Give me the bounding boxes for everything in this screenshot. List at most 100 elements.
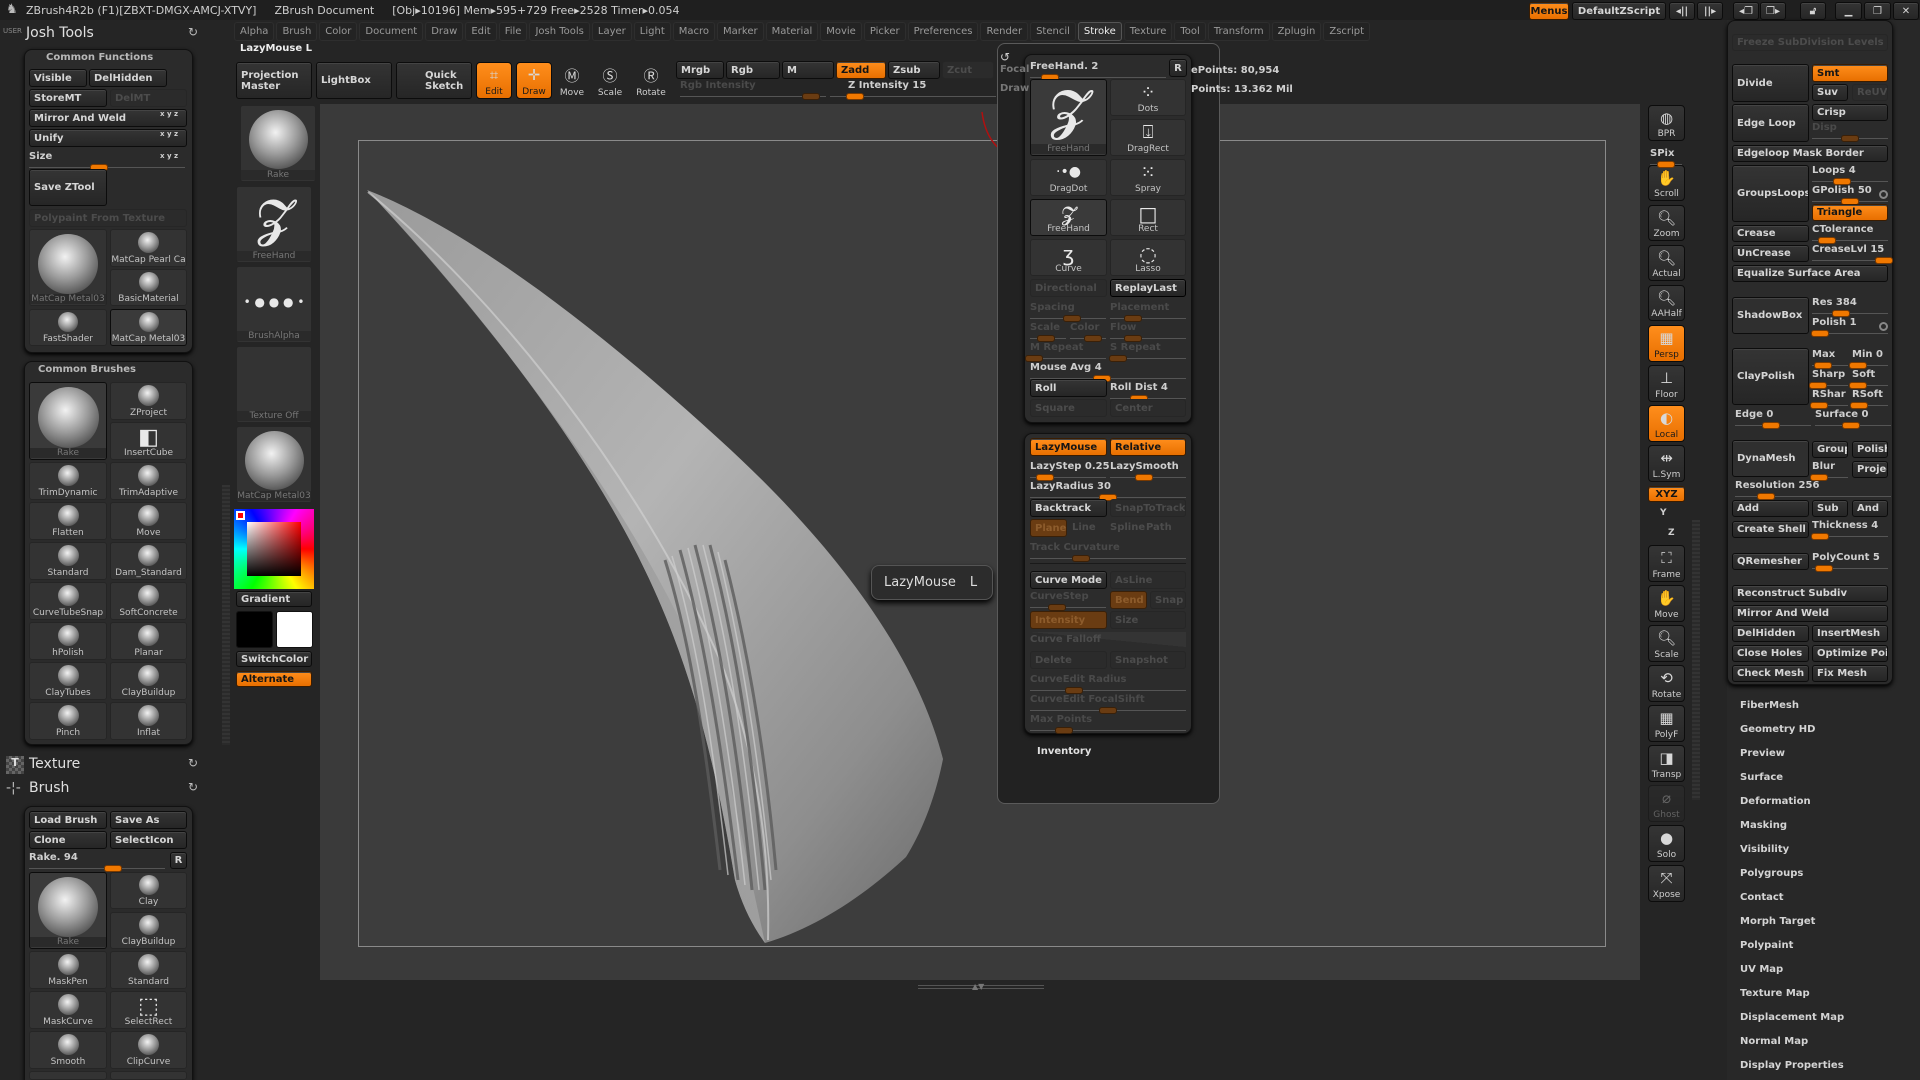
check-mesh-button[interactable]: Check Mesh xyxy=(1732,665,1809,682)
clipcurve-thumbnail[interactable]: ClipCurve xyxy=(110,1031,187,1069)
polish-toggle-icon[interactable] xyxy=(1879,322,1888,331)
softconcrete-thumbnail[interactable]: SoftConcrete xyxy=(110,582,187,620)
max-slider[interactable]: Max xyxy=(1812,349,1848,369)
subpalette-polygroups[interactable]: Polygroups xyxy=(1740,868,1803,879)
scale-slider[interactable]: Scale xyxy=(1030,322,1066,342)
and-button[interactable]: And xyxy=(1852,500,1888,517)
flatten-thumbnail[interactable]: Flatten xyxy=(29,502,107,540)
insertcube-thumbnail[interactable]: ◧ InsertCube xyxy=(110,422,187,460)
zproject-thumbnail[interactable]: ZProject xyxy=(110,382,187,420)
slider-thumb[interactable] xyxy=(1833,178,1852,185)
bend-button[interactable]: Bend xyxy=(1110,591,1147,609)
slider-thumb[interactable] xyxy=(1047,604,1066,611)
edit-button[interactable]: ⌗ Edit xyxy=(476,62,512,99)
smooth-thumbnail[interactable]: Smooth xyxy=(29,1031,107,1069)
selecticon-button[interactable]: SelectIcon xyxy=(110,831,187,849)
edgeloop-mask-border-button[interactable]: Edgeloop Mask Border xyxy=(1732,145,1888,162)
matcap-pearl-ca-thumbnail[interactable]: MatCap Pearl Ca xyxy=(110,229,187,267)
dynamesh-button[interactable]: DynaMesh xyxy=(1732,440,1809,477)
slider-thumb[interactable] xyxy=(1818,237,1837,244)
smt-button[interactable]: Smt xyxy=(1812,64,1888,82)
undo-history-icon[interactable]: ↺ xyxy=(1000,50,1010,64)
load-brush-button[interactable]: Load Brush xyxy=(29,811,107,829)
subpalette-display-properties[interactable]: Display Properties xyxy=(1740,1060,1844,1071)
subpalette-preview[interactable]: Preview xyxy=(1740,748,1785,759)
actual-button[interactable]: 🔍︎ Actual xyxy=(1648,245,1685,281)
freehand-2-slider[interactable]: FreeHand. 2 xyxy=(1030,61,1166,81)
polyf-button[interactable]: ▦ PolyF xyxy=(1648,705,1685,742)
slider-thumb[interactable] xyxy=(1831,310,1850,317)
spray-thumbnail[interactable]: ⁙ Spray xyxy=(1110,159,1186,196)
brushalpha-thumbnail[interactable]: • ● ● ● • BrushAlpha xyxy=(236,266,312,343)
m-button[interactable]: M xyxy=(782,61,834,79)
slider-thumb[interactable] xyxy=(1813,362,1832,369)
dragdot-thumbnail[interactable]: ·•● DragDot xyxy=(1030,159,1107,196)
rect-thumbnail[interactable]: □ Rect xyxy=(1110,199,1186,236)
fix-mesh-button[interactable]: Fix Mesh xyxy=(1812,665,1888,682)
projection-master-button[interactable]: Projection Master xyxy=(236,62,312,99)
selectrect-thumbnail[interactable]: ⬚ SelectRect xyxy=(110,991,187,1029)
floor-button[interactable]: ⊥ Floor xyxy=(1648,365,1685,402)
brush-thumbnail-partial[interactable] xyxy=(29,1071,107,1080)
slider-thumb[interactable] xyxy=(1849,382,1868,389)
freehand-thumbnail[interactable]: 𝓩 FreeHand xyxy=(236,186,312,263)
secondary-color-swatch[interactable] xyxy=(276,611,313,648)
freehand-thumbnail[interactable]: 𝓩 FreeHand xyxy=(1030,79,1107,156)
zadd-button[interactable]: Zadd xyxy=(836,61,886,79)
replaylast-button[interactable]: ReplayLast xyxy=(1110,279,1186,297)
slider-thumb[interactable] xyxy=(1064,687,1083,694)
shadowbox-button[interactable]: ShadowBox xyxy=(1732,297,1809,334)
subpalette-surface[interactable]: Surface xyxy=(1740,772,1783,783)
rshar-slider[interactable]: RShar xyxy=(1810,389,1848,409)
polycount-5-slider[interactable]: PolyCount 5 xyxy=(1812,552,1888,572)
mrgb-button[interactable]: Mrgb xyxy=(676,61,724,79)
persp-button[interactable]: ▦ Persp xyxy=(1648,325,1685,362)
soft-slider[interactable]: Soft xyxy=(1849,369,1888,389)
claybuildup-thumbnail[interactable]: ClayBuildup xyxy=(110,912,187,949)
move-button[interactable]: ✋ Move xyxy=(1648,585,1685,622)
xyz-button[interactable]: XYZ xyxy=(1648,486,1685,502)
relative-button[interactable]: Relative xyxy=(1110,438,1186,456)
subpalette-fibermesh[interactable]: FiberMesh xyxy=(1740,700,1799,711)
draw-button[interactable]: ✛ Draw xyxy=(516,62,552,99)
subpalette-contact[interactable]: Contact xyxy=(1740,892,1784,903)
curve-mode-button[interactable]: Curve Mode xyxy=(1030,571,1107,589)
surface-0-slider[interactable]: Surface 0 xyxy=(1815,409,1891,429)
backtrack-button[interactable]: Backtrack xyxy=(1030,499,1107,517)
save-ztool-button[interactable]: Save ZTool xyxy=(29,169,107,206)
lsym-button[interactable]: ⇹ L.Sym xyxy=(1648,445,1685,482)
crisp-button[interactable]: Crisp xyxy=(1812,104,1888,121)
subpalette-uv-map[interactable]: UV Map xyxy=(1740,964,1783,975)
subpalette-polypaint[interactable]: Polypaint xyxy=(1740,940,1793,951)
slider-thumb[interactable] xyxy=(1036,474,1055,481)
pinch-thumbnail[interactable]: Pinch xyxy=(29,702,107,740)
rotate-button[interactable]: ⟲ Rotate xyxy=(1648,665,1685,702)
gradient-button[interactable]: Gradient xyxy=(236,591,312,607)
uncrease-button[interactable]: UnCrease xyxy=(1732,245,1809,262)
slider-thumb[interactable] xyxy=(1849,362,1868,369)
dragrect-thumbnail[interactable]: ⍗ DragRect xyxy=(1110,119,1186,156)
trimadaptive-thumbnail[interactable]: TrimAdaptive xyxy=(110,462,187,500)
slider-thumb[interactable] xyxy=(1037,335,1056,342)
mirror-and-weld-button[interactable]: Mirror And Weld xyxy=(1732,605,1888,622)
polish-button[interactable]: Polish xyxy=(1852,441,1888,458)
slider-thumb[interactable] xyxy=(1135,474,1154,481)
track-curvature-slider[interactable]: Track Curvature xyxy=(1030,542,1186,562)
optimize-poi-button[interactable]: Optimize Poi xyxy=(1812,645,1888,662)
delhidden-button[interactable]: DelHidden xyxy=(89,69,167,87)
switchcolor-button[interactable]: SwitchColor xyxy=(236,651,312,667)
subpalette-visibility[interactable]: Visibility xyxy=(1740,844,1789,855)
clay-thumbnail[interactable]: Clay xyxy=(110,872,187,909)
slider-thumb[interactable] xyxy=(1810,330,1829,337)
slider-thumb[interactable] xyxy=(1084,335,1103,342)
r-button[interactable]: R xyxy=(170,852,187,869)
curveedit-radius-slider[interactable]: CurveEdit Radius xyxy=(1030,674,1186,694)
color-picker[interactable] xyxy=(234,509,314,589)
rake-94-slider[interactable]: Rake. 94 xyxy=(29,852,165,872)
plane-button[interactable]: Plane xyxy=(1030,519,1067,537)
subpalette-texture-map[interactable]: Texture Map xyxy=(1740,988,1810,999)
slider-thumb[interactable] xyxy=(1055,727,1074,734)
claytubes-thumbnail[interactable]: ClayTubes xyxy=(29,662,107,700)
curvestep-slider[interactable]: CurveStep xyxy=(1030,591,1106,611)
slider-thumb[interactable] xyxy=(1842,422,1861,429)
